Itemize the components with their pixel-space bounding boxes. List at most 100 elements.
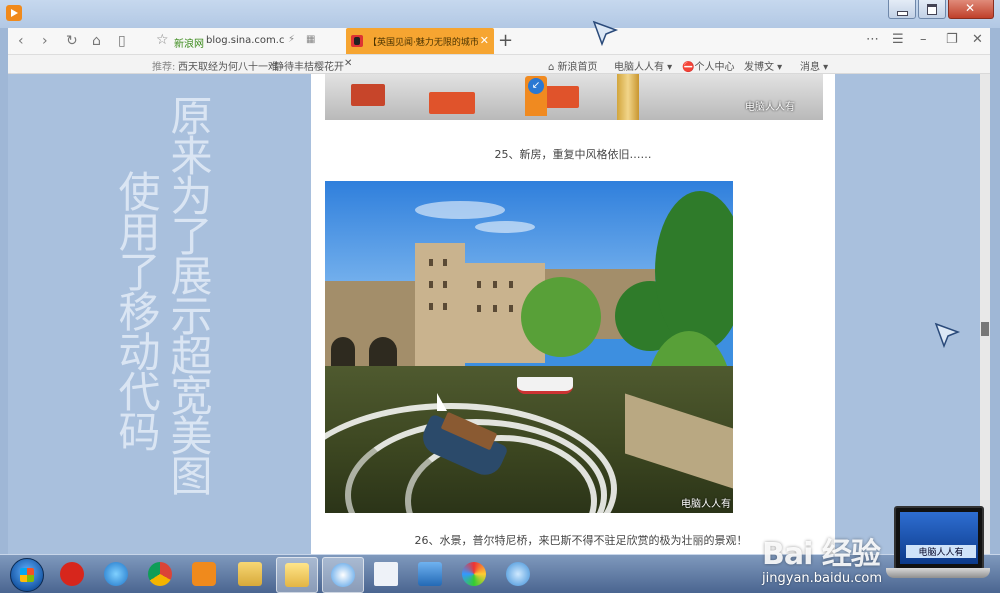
grid-icon[interactable]: ▦	[306, 34, 315, 45]
taskbar-app-doc[interactable]	[366, 557, 406, 591]
minimize-button[interactable]	[888, 0, 916, 19]
paint-icon	[462, 562, 486, 586]
taskbar-app-chrome[interactable]	[140, 557, 180, 591]
laptop-label: 电脑人人有	[906, 545, 976, 558]
ie-icon	[104, 562, 128, 586]
page-area: 原来为了展示超宽美图 使用了移动代码 ↙ 电脑人人有 25、新房，重复中风格依旧…	[8, 74, 980, 554]
forward-icon[interactable]: ›	[42, 33, 48, 49]
browser-minimize-icon[interactable]: –	[920, 32, 927, 47]
window-controls: ✕	[886, 0, 994, 19]
blog-content: ↙ 电脑人人有 25、新房，重复中风格依旧…… 电脑人人有 26、水景，普尔特尼…	[311, 74, 835, 554]
app-icon[interactable]	[6, 5, 22, 21]
messages-label: 消息	[800, 62, 820, 73]
personal-center-label: 个人中心	[694, 62, 735, 73]
vertical-text-2: 使用了移动代码	[112, 170, 161, 450]
scroll-thumb[interactable]	[981, 322, 989, 336]
refresh-icon[interactable]: ↻	[66, 33, 78, 49]
close-recommend-icon[interactable]: ✕	[344, 58, 352, 69]
laptop-base	[886, 568, 990, 578]
photo-26: 电脑人人有	[325, 181, 733, 513]
tour-boat	[517, 377, 573, 394]
barrier-2	[429, 92, 475, 114]
post-menu[interactable]: 发博文 ▾	[744, 58, 782, 73]
baidu-logo: Bai 经验	[762, 537, 881, 572]
messages-menu[interactable]: 消息 ▾	[800, 58, 828, 73]
cloud	[475, 221, 535, 233]
browser-close-icon[interactable]: ✕	[972, 32, 983, 47]
close-icon: ✕	[965, 1, 976, 15]
tool-icon	[506, 562, 530, 586]
more-icon[interactable]: ⋯	[866, 32, 879, 47]
recommend-link-2[interactable]: 静待丰桔樱花开	[274, 58, 344, 73]
taskbar-app-browser[interactable]	[322, 557, 364, 593]
baidu-url: jingyan.baidu.com	[762, 571, 882, 586]
site-label: 新浪网	[174, 39, 204, 50]
window	[443, 259, 447, 266]
taskbar-app-chess[interactable]	[52, 557, 92, 591]
window	[509, 281, 513, 288]
direction-sign-icon: ↙	[528, 78, 544, 94]
user-label: 电脑人人有	[614, 62, 664, 73]
laptop-screen: 电脑人人有	[894, 506, 984, 570]
taskbar-app-explorer[interactable]	[230, 557, 270, 591]
personal-center-link[interactable]: ⛔个人中心	[682, 58, 734, 73]
lightning-icon[interactable]: ⚡	[288, 34, 295, 45]
window	[429, 259, 433, 266]
page-scrollbar[interactable]	[980, 74, 990, 554]
browser-toolbar: ‹ › ↻ ⌂ ▯ ☆ 新浪网 blog.sina.com.c ⚡ ▦ 【英国见…	[8, 28, 990, 55]
new-tab-button[interactable]: +	[498, 30, 513, 51]
remote-desktop-icon	[418, 562, 442, 586]
sail	[437, 393, 447, 411]
bollard	[617, 74, 639, 120]
window	[509, 305, 513, 312]
window	[493, 281, 497, 288]
window	[443, 281, 447, 288]
post-label: 发博文	[744, 62, 774, 73]
watermark-main: 电脑人人有	[681, 499, 731, 510]
home-icon[interactable]: ⌂	[92, 33, 101, 49]
photo-24: ↙ 电脑人人有	[325, 74, 823, 120]
browser-icon	[331, 563, 355, 587]
laptop-display: 电脑人人有	[900, 512, 978, 564]
stop-icon: ⛔	[682, 62, 695, 73]
back-icon[interactable]: ‹	[18, 33, 24, 49]
window	[429, 281, 433, 288]
address-bar[interactable]: blog.sina.com.c	[206, 35, 284, 46]
sina-home-label: 新浪首页	[557, 62, 598, 73]
chrome-icon	[148, 562, 172, 586]
browser-restore-icon[interactable]: ❐	[946, 32, 958, 47]
tab-title: 【英国见闻·魅力无限的城市	[368, 38, 478, 48]
taskbar-app-remote[interactable]	[410, 557, 450, 591]
tab-active[interactable]: 【英国见闻·魅力无限的城市 ✕	[346, 28, 494, 54]
taskbar-app-folder[interactable]	[276, 557, 318, 593]
taskbar-app-ie[interactable]	[96, 557, 136, 591]
menu-icon[interactable]: ☰	[892, 32, 904, 47]
taskbar-app-paint[interactable]	[454, 557, 494, 591]
reader-icon[interactable]: ▯	[118, 33, 126, 49]
caption-25: 25、新房，重复中风格依旧……	[494, 148, 652, 161]
window	[477, 281, 481, 288]
window-titlebar: ✕	[0, 0, 1000, 28]
player-icon	[192, 562, 216, 586]
start-button[interactable]	[10, 558, 44, 592]
baidu-watermark: Bai 经验 jingyan.baidu.com	[762, 529, 882, 586]
sina-home-link[interactable]: ⌂ 新浪首页	[548, 58, 598, 73]
taskbar-app-tool[interactable]	[498, 557, 538, 591]
site-nav-bar: 推荐: 西天取经为何八十一难 静待丰桔樱花开 ✕ ⌂ 新浪首页 电脑人人有 ▾ …	[8, 55, 990, 74]
recommend-label: 推荐:	[152, 62, 176, 73]
taskbar-app-player[interactable]	[184, 557, 224, 591]
close-button[interactable]: ✕	[948, 0, 994, 19]
bridge-arch	[331, 337, 355, 367]
document-icon	[374, 562, 398, 586]
mouse-cursor-icon	[934, 322, 961, 349]
recommend-link-1[interactable]: 西天取经为何八十一难	[178, 58, 278, 73]
tab-close-icon[interactable]: ✕	[480, 34, 489, 47]
laptop-logo: 电脑人人有	[886, 506, 990, 584]
favorite-star-icon[interactable]: ☆	[156, 32, 169, 48]
watermark-top: 电脑人人有	[745, 102, 795, 113]
barrier-1	[351, 84, 385, 106]
home-small-icon: ⌂	[548, 62, 558, 73]
user-menu[interactable]: 电脑人人有 ▾	[614, 58, 672, 73]
mouse-cursor-icon	[592, 20, 619, 47]
maximize-button[interactable]	[918, 0, 946, 19]
